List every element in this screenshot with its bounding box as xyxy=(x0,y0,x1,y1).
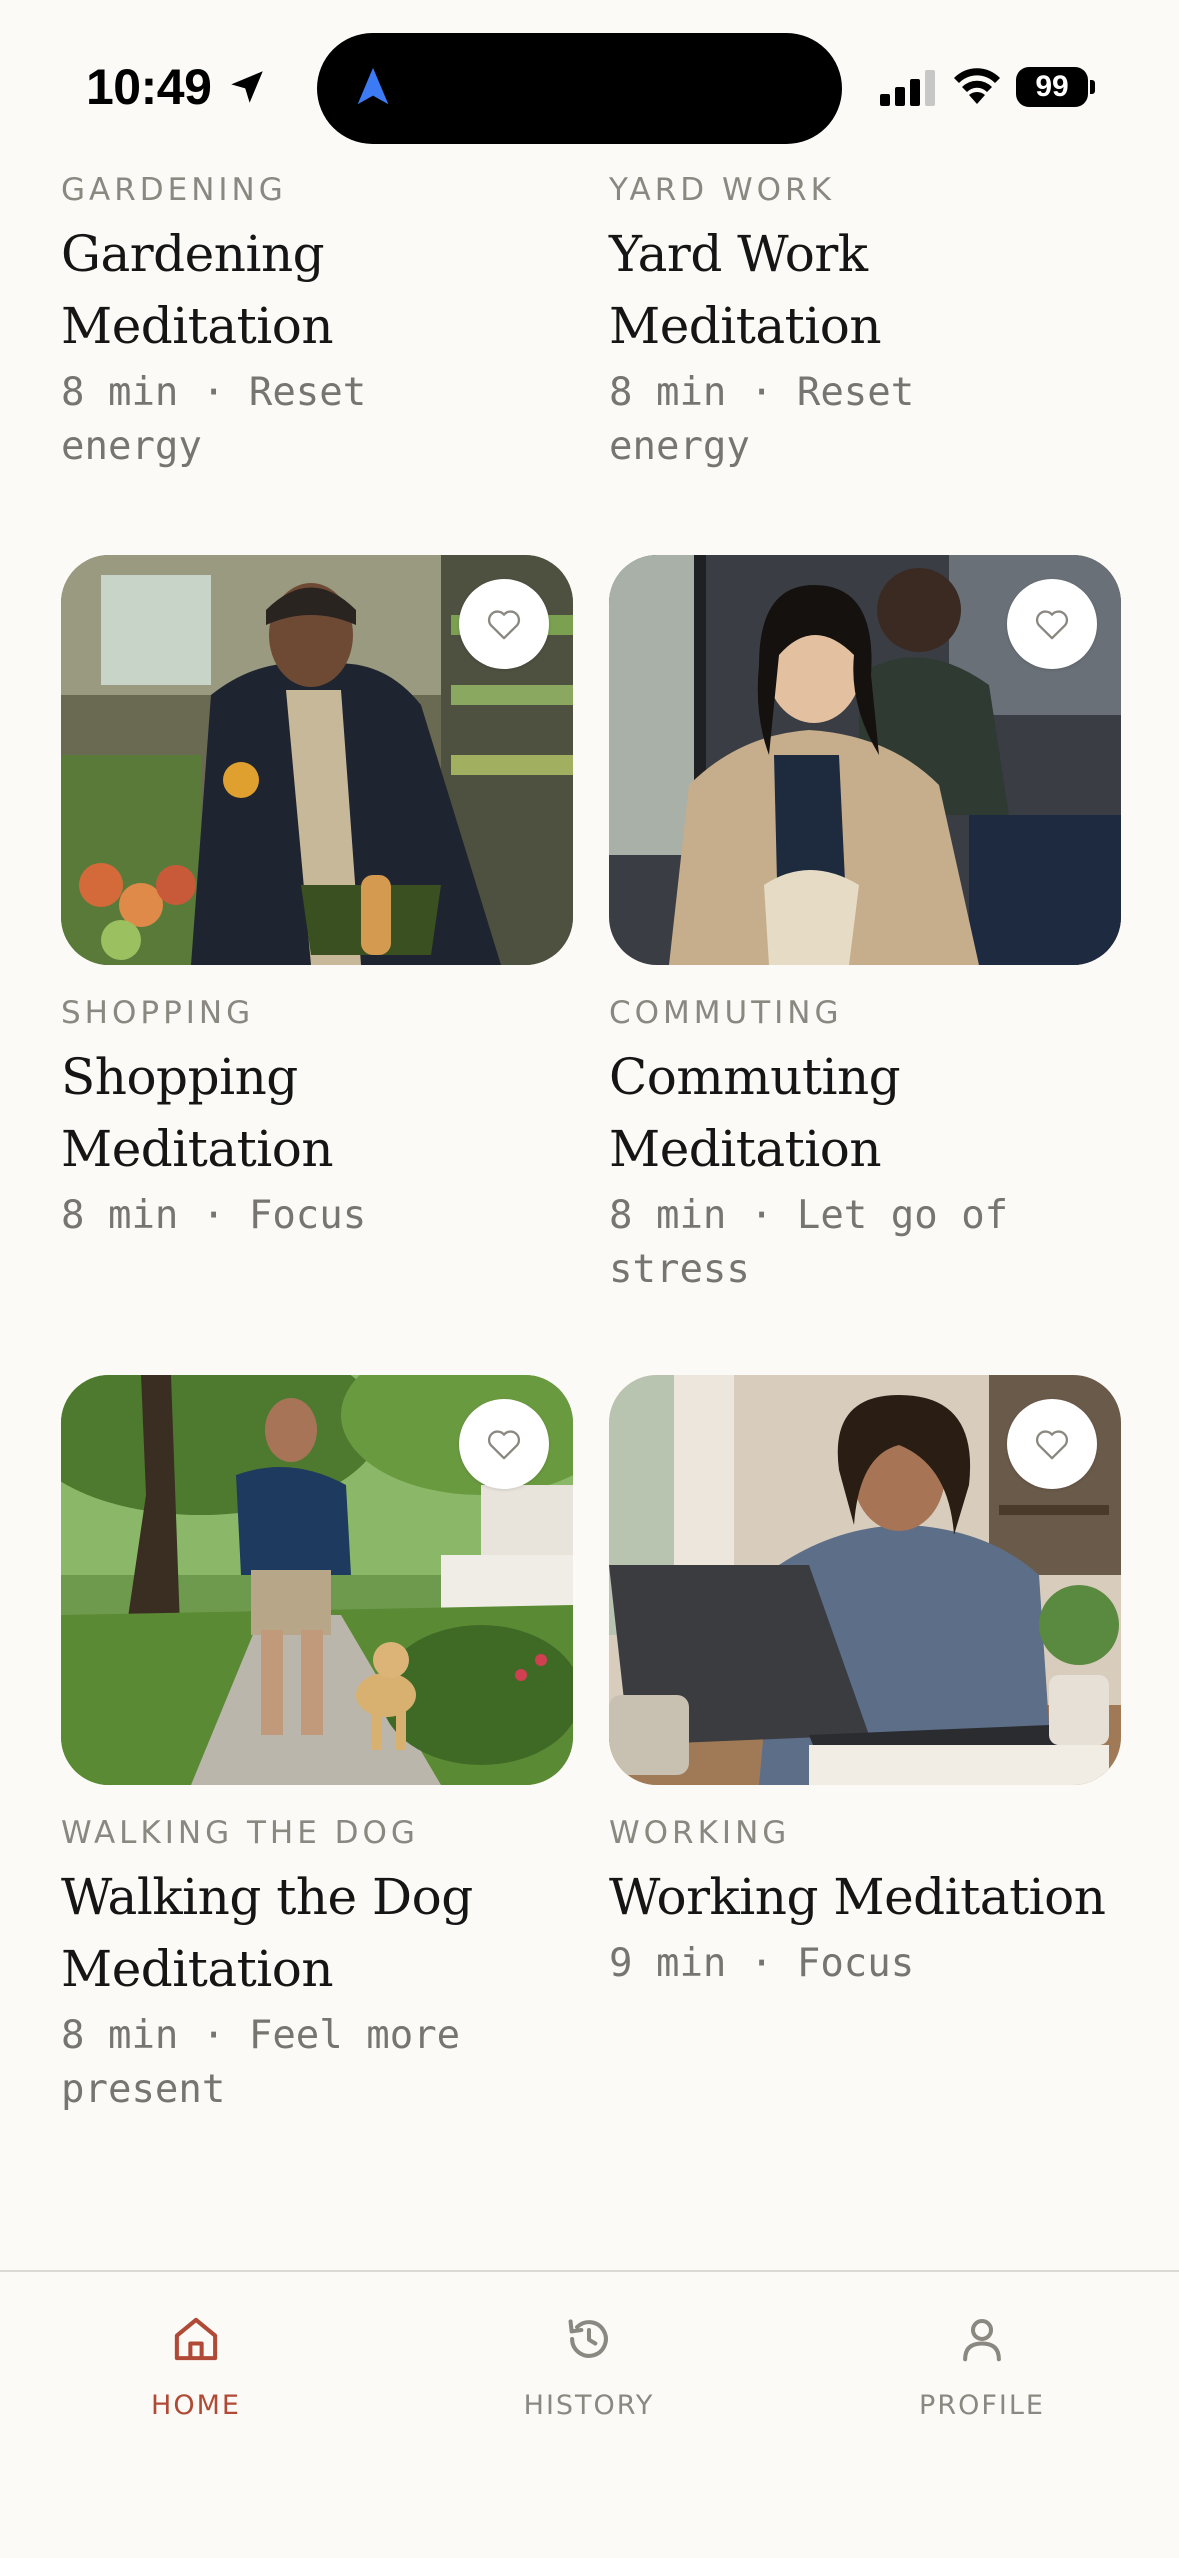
status-bar: 10:49 99 xyxy=(0,0,1179,150)
favorite-button[interactable] xyxy=(459,1399,549,1489)
card-meta: 8 min · Reset energy xyxy=(609,370,915,469)
status-time: 10:49 xyxy=(86,59,212,115)
card-category: WORKING xyxy=(609,1815,791,1851)
tab-home-label: HOME xyxy=(151,2390,241,2421)
card-category: GARDENING xyxy=(61,172,287,208)
heart-outline-icon xyxy=(1035,610,1069,640)
tab-profile-label: PROFILE xyxy=(919,2390,1045,2421)
wifi-icon xyxy=(954,68,1000,104)
heart-outline-icon xyxy=(487,1430,521,1460)
profile-icon xyxy=(963,2318,1001,2362)
battery-icon: 99 xyxy=(1016,67,1095,107)
meditation-card-shopping[interactable]: SHOPPING Shopping Meditation 8 min · Foc… xyxy=(61,555,573,1243)
tab-history-label: HISTORY xyxy=(523,2390,655,2421)
heart-outline-icon xyxy=(487,610,521,640)
favorite-button[interactable] xyxy=(459,579,549,669)
card-image[interactable] xyxy=(61,1375,573,1785)
card-meta: 8 min · Reset energy xyxy=(61,370,367,469)
card-title: Walking the Dog Meditation xyxy=(61,1868,473,1998)
navigation-icon xyxy=(357,67,389,105)
tab-bar: HOME HISTORY PROFILE xyxy=(0,2270,1179,2558)
meditation-card-yard-work[interactable]: YARD WORK Yard Work Meditation 8 min · R… xyxy=(609,172,1121,474)
tab-history[interactable]: HISTORY xyxy=(439,2312,739,2421)
card-meta: 8 min · Feel more present xyxy=(61,2013,461,2112)
card-meta: 8 min · Let go of stress xyxy=(609,1193,1009,1292)
card-title: Shopping Meditation xyxy=(61,1048,334,1178)
home-icon xyxy=(174,2317,218,2361)
history-icon xyxy=(568,2319,608,2358)
card-category: SHOPPING xyxy=(61,995,255,1031)
meditation-card-commuting[interactable]: COMMUTING Commuting Meditation 8 min · L… xyxy=(609,555,1121,1297)
meditation-card-working[interactable]: WORKING Working Meditation 9 min · Focus xyxy=(609,1375,1121,1991)
location-arrow-icon xyxy=(231,71,263,103)
card-title: Yard Work Meditation xyxy=(609,225,882,355)
card-title: Commuting Meditation xyxy=(609,1048,901,1178)
card-image[interactable] xyxy=(61,555,573,965)
meditation-card-walking-the-dog[interactable]: WALKING THE DOG Walking the Dog Meditati… xyxy=(61,1375,573,2117)
card-category: COMMUTING xyxy=(609,995,843,1031)
tab-home[interactable]: HOME xyxy=(46,2312,346,2421)
favorite-button[interactable] xyxy=(1007,1399,1097,1489)
card-image[interactable] xyxy=(609,1375,1121,1785)
card-category: WALKING THE DOG xyxy=(61,1815,419,1851)
favorite-button[interactable] xyxy=(1007,579,1097,669)
tab-profile[interactable]: PROFILE xyxy=(832,2312,1132,2421)
cellular-signal-icon xyxy=(880,70,935,106)
card-title: Working Meditation xyxy=(609,1868,1106,1926)
card-category: YARD WORK xyxy=(609,172,835,208)
card-meta: 9 min · Focus xyxy=(609,1941,915,1986)
card-meta: 8 min · Focus xyxy=(61,1193,367,1238)
meditation-card-gardening[interactable]: GARDENING Gardening Meditation 8 min · R… xyxy=(61,172,573,474)
battery-level: 99 xyxy=(1016,67,1088,107)
card-image[interactable] xyxy=(609,555,1121,965)
heart-outline-icon xyxy=(1035,1430,1069,1460)
card-title: Gardening Meditation xyxy=(61,225,334,355)
